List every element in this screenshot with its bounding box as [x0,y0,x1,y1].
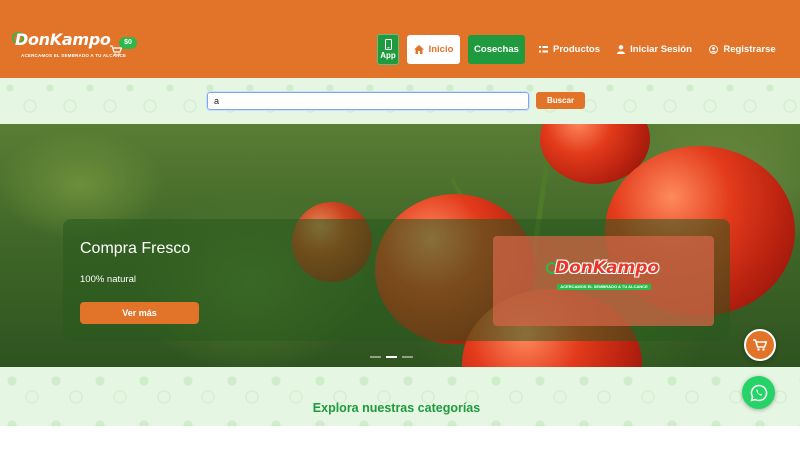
nav-productos-label: Productos [553,44,600,55]
hero-title: Compra Fresco [80,240,191,257]
cart-icon [110,45,122,56]
categories-title: Explora nuestras categorías [312,401,481,415]
hero-cta-button[interactable]: Ver más [80,302,199,324]
user-circle-icon [709,45,719,54]
home-icon [413,45,424,54]
logo-text: DonKampo [15,30,111,49]
nav-productos[interactable]: Productos [537,35,602,64]
whatsapp-button[interactable] [742,376,775,409]
carousel-indicators [370,356,413,358]
nav-cosechas[interactable]: Cosechas [468,35,525,64]
nav-login[interactable]: Iniciar Sesión [617,35,692,64]
grid-icon [539,46,548,53]
carousel-indicator[interactable] [402,356,413,358]
whatsapp-icon [749,384,767,402]
search-button[interactable]: Buscar [536,92,585,109]
header-cart[interactable]: $0 [110,37,138,57]
carousel-indicator-active[interactable] [386,356,397,358]
nav-register-label: Registrarse [723,44,776,55]
nav-login-label: Iniciar Sesión [630,44,692,55]
nav-register[interactable]: Registrarse [709,35,776,64]
hero-logo-tagline: ACERCAMOS EL SEMBRADO A TU ALCANCE [557,284,651,290]
brand-logo[interactable]: DonKampo ACERCAMOS EL SEMBRADO A TU ALCA… [12,30,126,64]
floating-cart-button[interactable] [744,329,776,361]
carousel-indicator[interactable] [370,356,381,358]
hero-subtitle: 100% natural [80,274,136,285]
app-button-label: App [380,51,396,60]
cart-icon [753,339,767,351]
nav-cosechas-label: Cosechas [474,44,519,55]
smartphone-icon [384,39,392,50]
nav-inicio[interactable]: Inicio [407,35,460,64]
nav-inicio-label: Inicio [428,44,454,55]
hero-logo-text: DonKampo [555,258,660,278]
user-icon [617,45,626,54]
hero-logo-card [493,236,714,326]
categories-background [0,367,800,426]
page-bottom-strip [0,426,800,450]
site-header: DonKampo ACERCAMOS EL SEMBRADO A TU ALCA… [0,0,800,78]
app-button[interactable]: App [377,34,399,65]
search-input[interactable] [206,91,530,111]
